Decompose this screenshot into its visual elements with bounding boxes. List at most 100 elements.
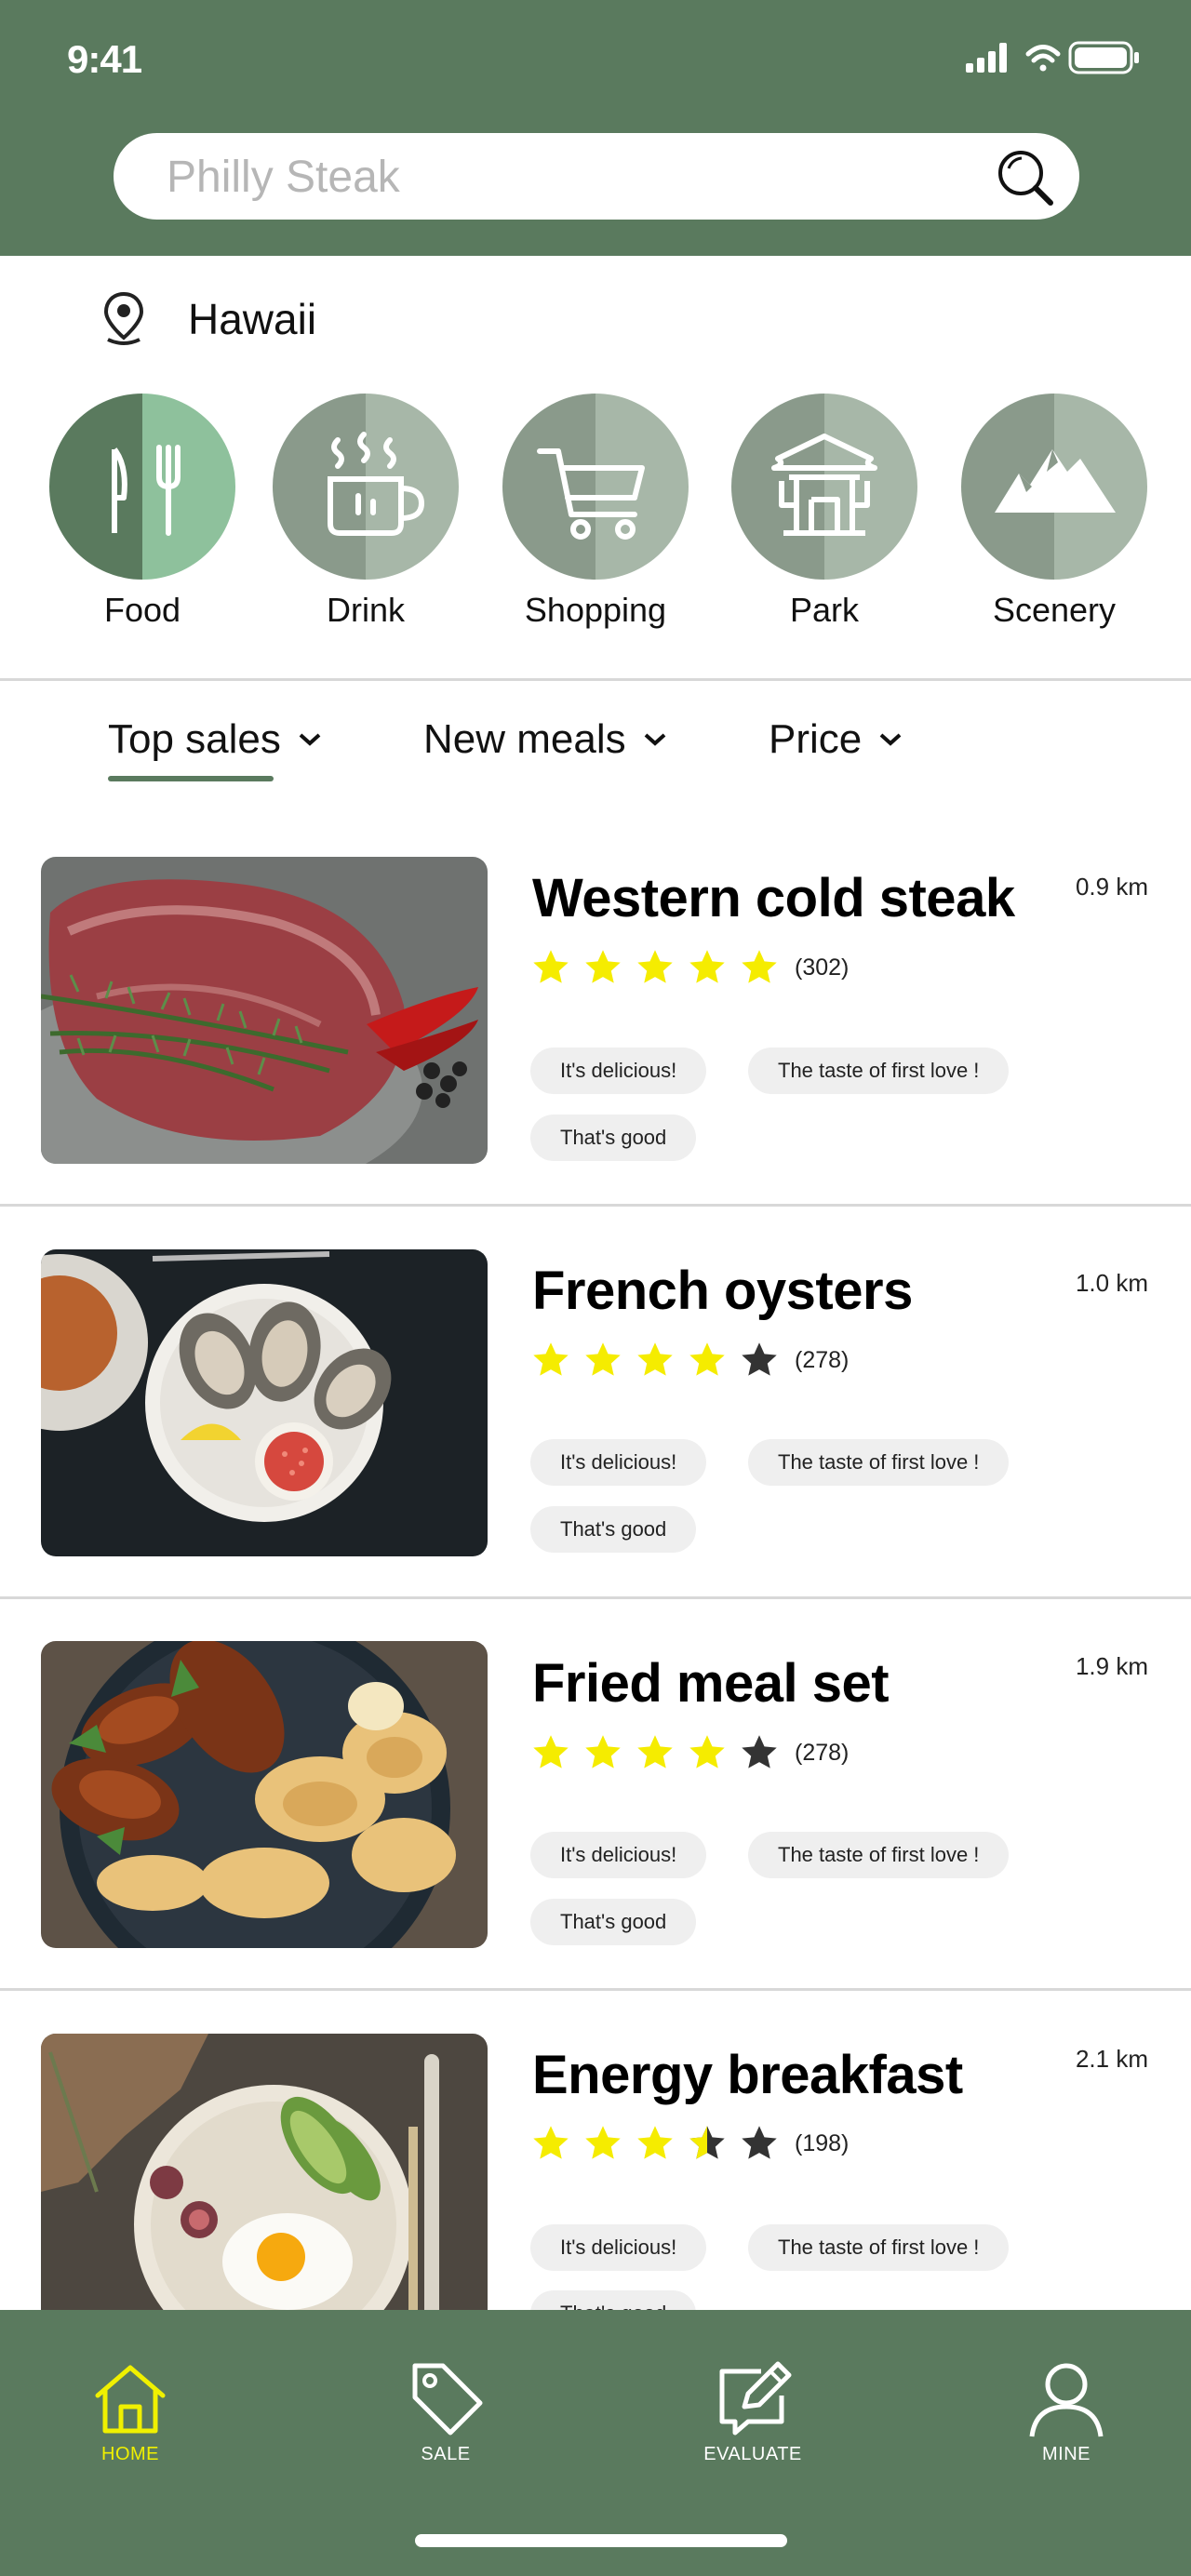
star-filled-icon	[637, 950, 673, 983]
tab-label: Price	[769, 716, 863, 762]
star-filled-icon	[689, 950, 725, 983]
star-empty-icon	[742, 1342, 777, 1376]
review-tag[interactable]: That's good	[530, 1899, 697, 1945]
star-filled-icon	[637, 1735, 673, 1768]
nav-evaluate[interactable]: EVALUATE	[678, 2358, 827, 2465]
tab-top-sales[interactable]: Top sales	[108, 716, 322, 763]
chevron-down-icon	[644, 733, 665, 746]
review-tag[interactable]: It's delicious!	[530, 1048, 707, 1094]
review-count: (278)	[795, 1739, 850, 1766]
fork-knife-icon	[112, 445, 181, 536]
review-tag[interactable]: That's good	[530, 1506, 697, 1553]
star-filled-icon	[637, 1342, 673, 1376]
nav-label: EVALUATE	[703, 2444, 802, 2464]
status-icons	[919, 37, 1143, 78]
item-title: Fried meal set	[532, 1653, 890, 1714]
location-row[interactable]: Hawaii	[102, 287, 316, 352]
category-label: Scenery	[992, 591, 1117, 629]
review-count: (198)	[795, 2129, 850, 2156]
star-filled-icon	[689, 1342, 725, 1376]
star-empty-icon	[742, 1735, 777, 1768]
shopping-cart-icon	[537, 448, 645, 540]
location-pin-icon	[103, 291, 144, 345]
item-distance: 0.9 km	[1075, 873, 1148, 901]
signal-icon	[966, 43, 1007, 73]
divider	[0, 678, 1191, 681]
review-tag[interactable]: The taste of first love !	[748, 2224, 1010, 2271]
tab-new-meals[interactable]: New meals	[423, 716, 667, 763]
category-shopping[interactable]: Shopping	[502, 394, 689, 630]
home-icon	[95, 2365, 166, 2434]
nav-label: HOME	[101, 2444, 159, 2464]
battery-icon	[1068, 41, 1139, 74]
status-time: 9:41	[67, 37, 142, 81]
edit-note-icon	[719, 2361, 792, 2436]
wifi-icon	[1025, 45, 1061, 72]
category-label: Shopping	[524, 591, 667, 629]
search-icon	[998, 151, 1053, 206]
item-distance: 1.9 km	[1075, 1652, 1148, 1680]
review-count: (302)	[795, 954, 850, 981]
rating-stars: (278)	[530, 1732, 849, 1773]
review-tag[interactable]: The taste of first love !	[748, 1439, 1010, 1486]
star-filled-icon	[533, 2126, 569, 2159]
star-filled-icon	[585, 1342, 621, 1376]
item-distance: 2.1 km	[1075, 2045, 1148, 2073]
item-title: Western cold steak	[532, 868, 1015, 928]
fried-chicken-photo[interactable]	[41, 1641, 488, 1948]
star-filled-icon	[533, 950, 569, 983]
rating-stars: (302)	[530, 947, 849, 988]
user-icon	[1029, 2363, 1104, 2437]
star-filled-icon	[585, 1735, 621, 1768]
nav-label: MINE	[1042, 2444, 1091, 2464]
review-tag[interactable]: The taste of first love !	[748, 1832, 1010, 1878]
tab-price[interactable]: Price	[769, 716, 903, 763]
star-filled-icon	[533, 1735, 569, 1768]
category-label: Drink	[326, 591, 405, 629]
search-input[interactable]	[165, 133, 987, 221]
nav-mine[interactable]: MINE	[992, 2358, 1141, 2465]
item-distance: 1.0 km	[1075, 1269, 1148, 1297]
coffee-cup-icon	[328, 432, 425, 536]
location-name: Hawaii	[188, 295, 317, 343]
review-tag[interactable]: It's delicious!	[530, 2224, 707, 2271]
category-drink[interactable]: Drink	[273, 394, 459, 630]
item-title: French oysters	[532, 1261, 913, 1321]
star-filled-icon	[637, 2126, 673, 2159]
review-tag[interactable]: It's delicious!	[530, 1832, 707, 1878]
search-button[interactable]	[992, 144, 1059, 211]
breakfast-photo[interactable]	[41, 2034, 488, 2341]
search-bar	[114, 133, 1079, 221]
star-filled-icon	[742, 950, 777, 983]
review-tag[interactable]: The taste of first love !	[748, 1048, 1010, 1094]
chevron-down-icon	[879, 733, 902, 746]
chevron-down-icon	[299, 733, 321, 746]
category-food[interactable]: Food	[49, 394, 235, 630]
category-scenery[interactable]: Scenery	[961, 394, 1147, 630]
tab-label: New meals	[423, 716, 626, 762]
star-filled-icon	[689, 1735, 725, 1768]
star-filled-icon	[585, 950, 621, 983]
mountain-icon	[995, 449, 1116, 513]
rating-stars: (278)	[530, 1340, 849, 1381]
category-park[interactable]: Park	[731, 394, 917, 630]
steak-photo[interactable]	[41, 857, 488, 1164]
price-tag-icon	[412, 2363, 483, 2436]
tab-label: Top sales	[108, 716, 281, 762]
review-tag[interactable]: It's delicious!	[530, 1439, 707, 1486]
star-empty-icon	[742, 2126, 777, 2159]
review-count: (278)	[795, 1346, 850, 1373]
oysters-photo[interactable]	[41, 1249, 488, 1556]
review-tag[interactable]: That's good	[530, 1114, 697, 1161]
pavilion-icon	[771, 434, 877, 536]
rating-stars: (198)	[530, 2123, 849, 2164]
nav-home[interactable]: HOME	[56, 2358, 205, 2465]
home-indicator	[415, 2534, 787, 2547]
nav-sale[interactable]: SALE	[371, 2358, 520, 2465]
star-filled-icon	[585, 2126, 621, 2159]
item-title: Energy breakfast	[532, 2045, 963, 2105]
category-label: Park	[789, 591, 860, 629]
category-label: Food	[103, 591, 181, 629]
star-filled-icon	[533, 1342, 569, 1376]
nav-label: SALE	[421, 2444, 471, 2464]
